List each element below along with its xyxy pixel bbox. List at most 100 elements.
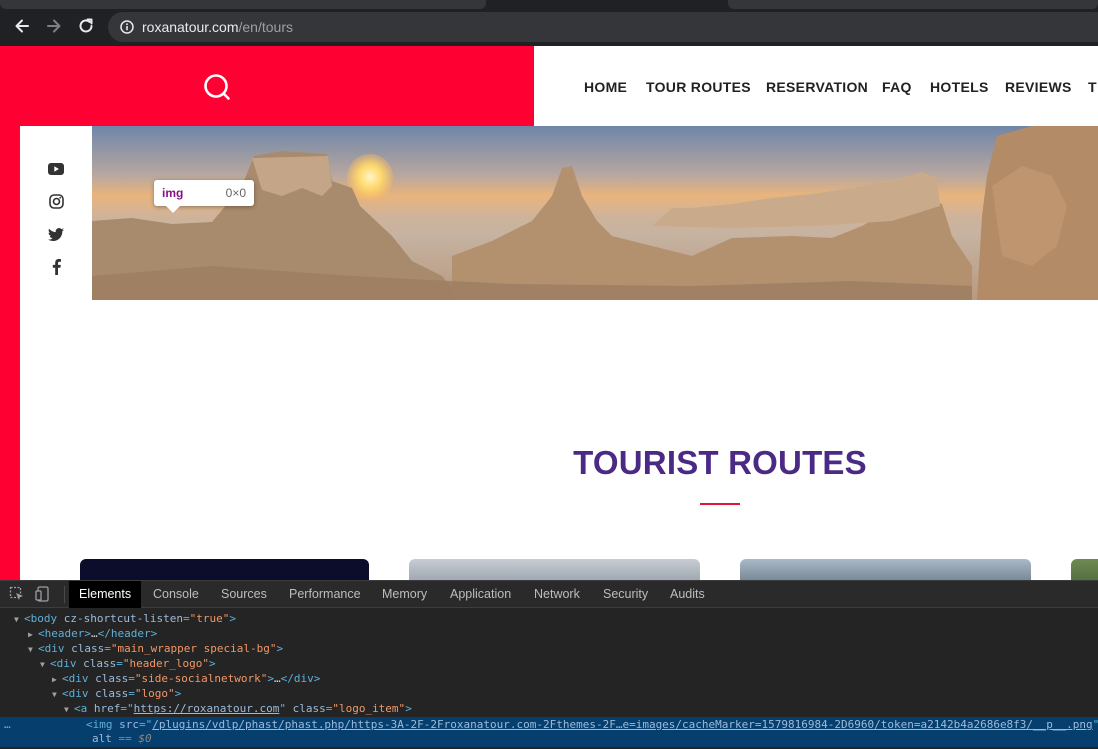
- tour-card[interactable]: [409, 559, 700, 580]
- tab-network[interactable]: Network: [524, 581, 590, 608]
- dom-attr: class: [95, 687, 129, 700]
- dom-tag: </div>: [280, 672, 321, 685]
- search-icon[interactable]: [203, 73, 231, 101]
- browser-toolbar: roxanatour.com/en/tours: [0, 0, 1098, 46]
- info-icon[interactable]: [120, 20, 134, 34]
- dom-node-body[interactable]: ▼ <body cz-shortcut-listen="true">: [14, 611, 236, 626]
- dom-tag: <div: [38, 642, 65, 655]
- dom-tag: <div: [62, 687, 89, 700]
- nav-faq[interactable]: FAQ: [882, 79, 912, 95]
- back-button[interactable]: [10, 14, 34, 38]
- main-navigation: HOME TOUR ROUTES RESERVATION FAQ HOTELS …: [534, 46, 1098, 126]
- dom-tag: </header>: [97, 627, 158, 640]
- dom-node-header-logo[interactable]: ▼ <div class="header_logo">: [40, 656, 216, 671]
- header-logo-area: [0, 46, 534, 126]
- inspector-tooltip: img 0×0: [154, 180, 254, 213]
- dom-attr: class: [292, 702, 326, 715]
- devtools-toolbar: Elements Console Sources Performance Mem…: [0, 581, 1098, 608]
- dom-node-side-socialnetwork[interactable]: ▶ <div class="side-socialnetwork">…</div>: [52, 671, 320, 686]
- tab-sources[interactable]: Sources: [211, 581, 277, 608]
- dom-attr: href: [93, 702, 121, 715]
- dom-tree: … ▼ <body cz-shortcut-listen="true"> ▶ <he…: [0, 609, 1098, 749]
- browser-tab[interactable]: [0, 0, 486, 9]
- dom-collapsed-text: …: [90, 627, 98, 640]
- url-path: /en/tours: [238, 19, 293, 35]
- side-socialnetwork: [20, 126, 92, 300]
- tab-console[interactable]: Console: [143, 581, 209, 608]
- dom-node-logo[interactable]: ▼ <div class="logo">: [52, 686, 181, 701]
- dom-value: "header_logo": [122, 657, 209, 670]
- dom-tag: <header>: [38, 627, 91, 640]
- address-bar[interactable]: roxanatour.com/en/tours: [108, 12, 1098, 42]
- tab-security[interactable]: Security: [593, 581, 658, 608]
- url-text[interactable]: roxanatour.com/en/tours: [142, 19, 293, 35]
- hero-banner-image: [92, 126, 1098, 300]
- dom-value: "logo_item": [332, 702, 406, 715]
- dom-collapsed-text: …: [273, 672, 281, 685]
- dom-attr: cz-shortcut-listen: [63, 612, 183, 625]
- nav-reviews[interactable]: REVIEWS: [1005, 79, 1072, 95]
- devtools-panel: Elements Console Sources Performance Mem…: [0, 580, 1098, 749]
- dom-link[interactable]: /plugins/vdlp/phast/phast.php/https-3A-2…: [152, 718, 1092, 731]
- dom-tag: <div: [62, 672, 89, 685]
- dom-node-logo-link[interactable]: ▼ <a href="https://roxanatour.com" class=…: [64, 701, 412, 716]
- reload-icon: [79, 18, 93, 33]
- dom-attr: alt: [92, 732, 112, 745]
- dom-attr: src: [119, 718, 139, 731]
- nav-reservation[interactable]: RESERVATION: [766, 79, 868, 95]
- dom-value: "logo": [134, 687, 175, 700]
- dom-tag: <body: [24, 612, 58, 625]
- tab-audits[interactable]: Audits: [660, 581, 715, 608]
- dom-tag: <a: [74, 702, 88, 715]
- dom-node-header[interactable]: ▶ <header>…</header>: [28, 626, 157, 641]
- tab-strip: [0, 0, 1098, 10]
- twitter-icon[interactable]: [47, 225, 65, 243]
- tooltip-arrow: [166, 206, 180, 213]
- title-underline: [700, 503, 740, 505]
- youtube-icon[interactable]: [47, 160, 65, 178]
- dom-value: "main_wrapper special-bg": [110, 642, 277, 655]
- instagram-icon[interactable]: [47, 192, 65, 210]
- dom-node-main-wrapper[interactable]: ▼ <div class="main_wrapper special-bg">: [28, 641, 283, 656]
- tab-elements[interactable]: Elements: [69, 581, 142, 608]
- dom-link[interactable]: https://roxanatour.com: [134, 702, 280, 715]
- toolbar-divider: [64, 586, 65, 603]
- forward-button[interactable]: [42, 14, 66, 38]
- tab-memory[interactable]: Memory: [372, 581, 437, 608]
- dom-attr: class: [71, 642, 105, 655]
- red-side-border: [0, 126, 20, 580]
- nav-tour-routes[interactable]: TOUR ROUTES: [646, 79, 751, 95]
- nav-home[interactable]: HOME: [584, 79, 627, 95]
- dom-value: "side-socialnetwork": [134, 672, 268, 685]
- tooltip-tag: img: [162, 186, 184, 200]
- dom-tag: >: [229, 612, 236, 625]
- browser-tab[interactable]: [728, 0, 1098, 9]
- facebook-icon[interactable]: [47, 258, 65, 276]
- fortress-ruins-illustration: [92, 126, 1098, 300]
- arrow-right-icon: [47, 19, 61, 33]
- tour-card[interactable]: [1071, 559, 1098, 580]
- dom-node-img-alt[interactable]: alt == $0: [92, 731, 152, 746]
- device-toolbar-icon[interactable]: [35, 586, 51, 602]
- nav-hotels[interactable]: HOTELS: [930, 79, 989, 95]
- tooltip-dimensions: 0×0: [225, 186, 246, 200]
- node-actions-icon[interactable]: …: [4, 718, 11, 731]
- section-title: TOURIST ROUTES: [573, 444, 867, 481]
- selected-node-marker: == $0: [111, 732, 152, 745]
- reload-button[interactable]: [74, 14, 98, 38]
- dom-attr: class: [95, 672, 129, 685]
- url-domain: roxanatour.com: [142, 19, 239, 35]
- tour-card[interactable]: [740, 559, 1031, 580]
- dom-attr: class: [83, 657, 117, 670]
- tab-performance[interactable]: Performance: [279, 581, 371, 608]
- dom-tag: <img: [86, 718, 113, 731]
- dom-value: "true": [189, 612, 230, 625]
- nav-truncated-item[interactable]: T: [1088, 79, 1097, 95]
- dom-node-img-selected[interactable]: <img src="/plugins/vdlp/phast/phast.php/…: [86, 717, 1098, 732]
- inspect-element-icon[interactable]: [9, 586, 25, 602]
- tab-application[interactable]: Application: [440, 581, 521, 608]
- tour-card[interactable]: [80, 559, 369, 580]
- web-page: HOME TOUR ROUTES RESERVATION FAQ HOTELS …: [0, 46, 1098, 580]
- dom-tag: <div: [50, 657, 77, 670]
- arrow-left-icon: [15, 19, 29, 33]
